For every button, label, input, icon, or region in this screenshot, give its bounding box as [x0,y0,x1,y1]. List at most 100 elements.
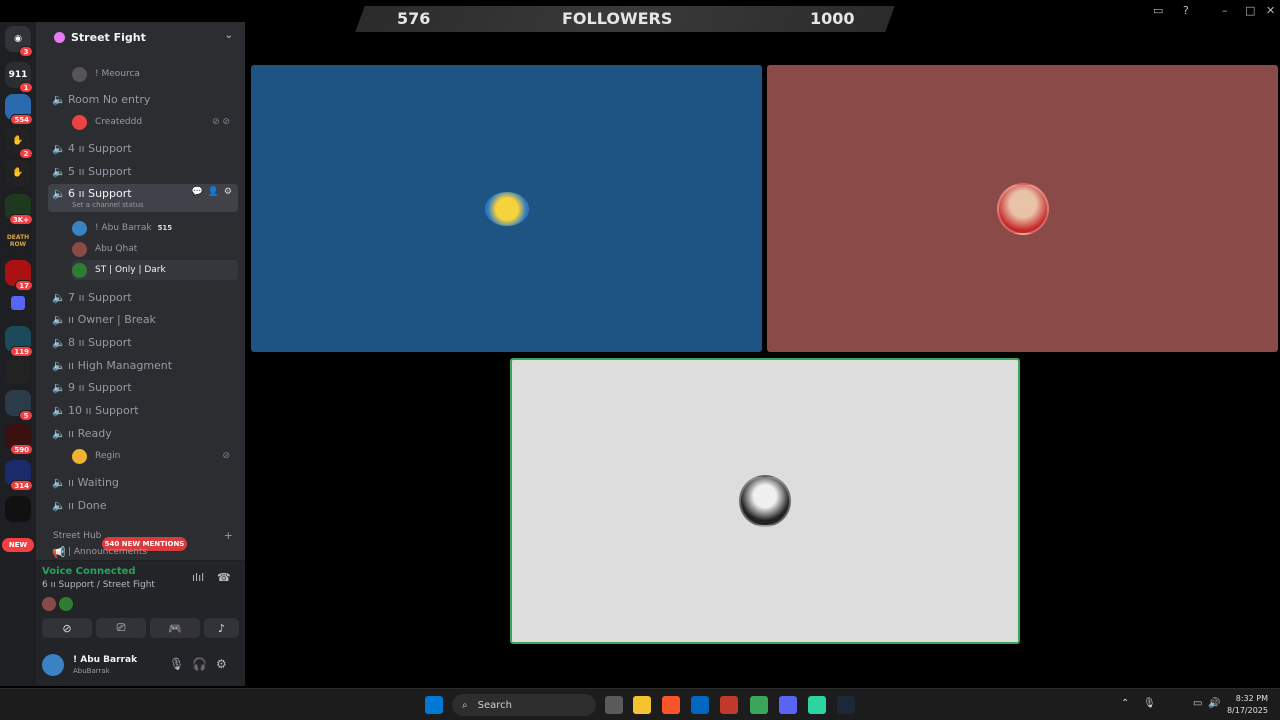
store-icon[interactable] [691,696,709,714]
voice-tile[interactable] [767,65,1278,352]
avatar[interactable] [42,654,64,676]
voice-channel[interactable]: 🔈 9 ıı Support [48,377,238,397]
close-icon[interactable]: ✕ [1266,4,1275,17]
chat-icon[interactable]: 💬 [191,187,202,197]
activities-button[interactable]: 🎮 [150,618,200,638]
file-explorer-icon[interactable] [633,696,651,714]
voice-channel-active[interactable]: 🔈 6 ıı Support Set a channel status 💬 👤 ⚙ [48,184,238,212]
voice-channel[interactable]: 🔈 7 ıı Support [48,287,238,307]
discord-home-icon[interactable]: ◉ 3 [5,26,33,57]
volume-icon[interactable]: 🔊 [1208,698,1220,709]
user-name[interactable]: ! Abu Barrak [73,655,137,665]
voice-channel[interactable]: 🔈 8 ıı Support [48,332,238,352]
start-icon[interactable] [425,696,443,714]
muted-icons: ⊘ ⊘ [212,117,230,127]
maximize-icon[interactable]: □ [1245,4,1255,17]
voice-member[interactable]: Regin ⊘ [72,446,238,466]
voice-tile[interactable] [251,65,762,352]
inbox-icon[interactable]: ▭ [1153,4,1163,17]
speaker-icon: 🔈 [52,358,66,372]
gear-icon[interactable]: ⚙ [224,187,232,197]
discord-icon[interactable] [779,696,797,714]
server-icon[interactable] [5,358,31,384]
muted-icon: ⊘ [222,451,230,461]
headphones-icon[interactable]: 🎧 [192,657,207,671]
app-icon[interactable] [720,696,738,714]
avatar [72,220,87,236]
voice-channel[interactable]: 🔈 ıı Waiting [48,472,238,492]
server-rail: ◉ 3 911 1 554 ✋ 2 ✋ 3K+ DEATH ROW 17 119 5 … [0,22,36,686]
app-icon[interactable] [808,696,826,714]
voice-channel[interactable]: 🔈 ıı Ready [48,423,238,443]
voice-channel[interactable]: 🔈 ıı Done [48,495,238,515]
avatar [42,597,56,611]
minimize-icon[interactable]: – [1222,4,1228,17]
voice-tile-speaking[interactable] [510,358,1020,644]
speaker-icon: 🔈 [52,141,66,155]
voice-member[interactable]: Createddd ⊘ ⊘ [72,112,238,132]
help-icon[interactable]: ? [1183,4,1189,17]
text-channel[interactable]: 📢 | Announcements [48,546,238,558]
avatar [72,66,87,82]
avatar [72,114,87,130]
speaker-icon: 🔈 [52,187,66,200]
server-icon[interactable]: 119 [5,326,33,357]
server-icon[interactable]: 17 [5,260,33,291]
disconnect-icon[interactable]: ☎ [217,571,231,584]
megaphone-icon: 📢 [52,546,66,558]
speaker-icon: 🔈 [52,426,66,440]
brave-icon[interactable] [662,696,680,714]
microphone-icon[interactable]: 🎙 [169,657,184,671]
screen-share-button[interactable]: ⎚ [96,618,146,638]
server-icon[interactable]: 5 [5,390,33,421]
server-icon[interactable]: ✋ 2 [5,128,33,159]
noise-suppression-icon[interactable]: ılıl [192,571,204,584]
server-icon[interactable]: 3K+ [5,194,33,225]
voice-member[interactable]: ! Abu Barrak 515 [72,218,238,238]
add-channel-icon[interactable]: + [224,529,233,542]
server-icon[interactable]: ✋ [5,160,31,186]
voice-channel[interactable]: 🔈 10 ıı Support [48,400,238,420]
voice-panel: Voice Connected 6 ıı Support / Street Fi… [36,560,245,644]
server-icon[interactable]: 590 [5,424,33,455]
server-icon[interactable]: 554 [5,94,33,125]
voice-member[interactable]: ! Meourca [72,64,238,84]
microphone-icon[interactable]: 🎙 [1143,698,1156,709]
voice-channel[interactable]: 🔈 ıı High Managment [48,355,238,375]
voice-location[interactable]: 6 ıı Support / Street Fight [42,580,155,590]
channel-status[interactable]: Set a channel status [72,201,144,209]
windows-taskbar: ⌕ Search ⌃ 🎙 ▭ 🔊 8:32 PM 8/17/2025 [0,688,1280,720]
voice-channel[interactable]: 🔈 ıı Owner | Break [48,309,238,329]
folder-icon[interactable] [11,296,25,310]
camera-off-button[interactable]: ⊘ [42,618,92,638]
user-handle: AbuBarrak [73,667,110,675]
gear-icon[interactable]: ⚙ [216,657,227,671]
steam-icon[interactable] [837,696,855,714]
speaker-icon: 🔈 [52,164,66,178]
voice-member[interactable]: ST | Only | Dark [72,260,238,280]
new-badge[interactable]: NEW [2,538,34,552]
soundboard-button[interactable]: ♪ [204,618,239,638]
speaker-icon: 🔈 [52,312,66,326]
chevron-up-icon[interactable]: ⌃ [1121,698,1129,709]
task-view-icon[interactable] [605,696,623,714]
network-icon[interactable]: ▭ [1193,698,1202,709]
voice-channel[interactable]: 🔈 Room No entry [48,89,238,109]
voice-channel[interactable]: 🔈 5 ıı Support [48,161,238,181]
category-header[interactable]: Street Hub [53,531,101,541]
search-box[interactable]: ⌕ Search [452,694,596,716]
avatar [996,182,1049,235]
server-icon[interactable]: 314 [5,460,33,491]
server-911[interactable]: 911 1 [5,62,33,93]
server-icon[interactable] [5,496,31,522]
voice-channel[interactable]: 🔈 4 ıı Support [48,138,238,158]
member-tag: 515 [157,224,173,232]
server-header[interactable]: Street Fight ⌄ [36,22,245,52]
server-death-row[interactable]: DEATH ROW [5,228,31,254]
voice-status[interactable]: Voice Connected [42,566,136,577]
speaker-icon: 🔈 [52,290,66,304]
app-icon[interactable] [750,696,768,714]
voice-member[interactable]: Abu Qhat [72,239,238,259]
clock[interactable]: 8:32 PM 8/17/2025 [1227,693,1268,717]
invite-icon[interactable]: 👤 [208,187,219,197]
